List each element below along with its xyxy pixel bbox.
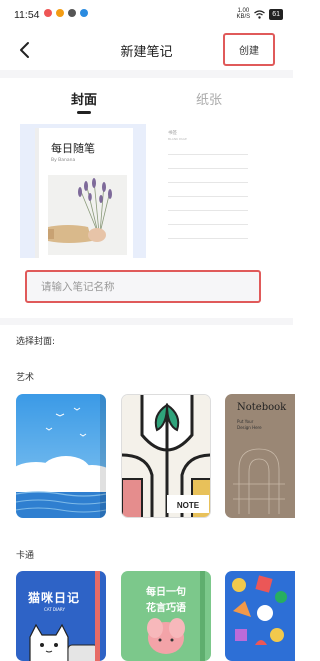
- battery-icon: 61: [269, 8, 283, 20]
- paper-line: [168, 210, 248, 211]
- cover-cat-diary-subtitle: CAT DIARY: [44, 607, 65, 612]
- paper-line: [168, 182, 248, 183]
- tab-cover[interactable]: 封面: [71, 89, 97, 108]
- app-notification-icon: [44, 9, 52, 17]
- cover-notebook-title: Notebook: [237, 402, 287, 413]
- cover-sky-sea[interactable]: [16, 394, 106, 518]
- cover-strap: [95, 571, 100, 661]
- notebook-arch-pattern: [233, 448, 285, 514]
- status-bar: 11:54 1.00 KB/S 61: [0, 0, 293, 30]
- cover-preview: 每日随笔 By Banana: [35, 128, 133, 258]
- app-notification-icon: [80, 9, 88, 17]
- cover-preview-photo: [48, 175, 127, 255]
- status-time: 11:54: [14, 9, 40, 21]
- paper-preview-title: 书签: [168, 131, 177, 136]
- preview-area: 每日随笔 By Banana 书签 BLANK PAGE: [0, 124, 293, 259]
- app-notification-icon: [56, 9, 64, 17]
- top-bar: 新建笔记 创建: [0, 30, 293, 70]
- header-separator: [0, 70, 293, 78]
- cover-geometric-text: NOTE: [177, 501, 200, 510]
- active-tab-indicator: [77, 111, 91, 114]
- wifi-icon: [254, 9, 266, 19]
- cover-notebook-subtitle-2: Design Here: [237, 425, 262, 430]
- cover-cat-diary-title: 猫咪日记: [28, 591, 81, 605]
- paper-line: [168, 154, 248, 155]
- cover-notebook-brown[interactable]: Notebook Put Your Design Here: [225, 394, 295, 518]
- notification-icons: [44, 9, 88, 17]
- cat-illustration: [29, 623, 99, 661]
- section-divider: [0, 318, 293, 325]
- net-speed: 1.00 KB/S: [237, 8, 251, 20]
- app-notification-icon: [68, 9, 76, 17]
- cover-flower-title-2: 花言巧语: [146, 603, 186, 614]
- cover-preview-title: 每日随笔: [51, 142, 95, 155]
- paper-line: [168, 238, 248, 239]
- colorful-shapes-illustration: [232, 575, 287, 645]
- net-speed-unit: KB/S: [236, 14, 251, 20]
- cover-flower-title-1: 每日一句: [146, 587, 186, 598]
- cover-cat-diary[interactable]: 猫咪日记 CAT DIARY: [16, 571, 106, 661]
- cover-preview-author: By Banana: [51, 158, 76, 163]
- create-button[interactable]: 创建: [223, 33, 275, 66]
- cover-geometric[interactable]: NOTE: [121, 394, 211, 518]
- choose-cover-label: 选择封面:: [16, 337, 56, 347]
- tab-bar: 封面 纸张: [0, 86, 293, 120]
- note-name-input[interactable]: 请输入笔记名称: [25, 270, 261, 303]
- tab-paper[interactable]: 纸张: [196, 89, 222, 108]
- paper-preview-subtitle: BLANK PAGE: [168, 137, 187, 141]
- cover-notebook-subtitle-1: Put Your: [237, 419, 254, 424]
- cover-colorful-dots[interactable]: [225, 571, 295, 661]
- cover-flower-words[interactable]: 每日一句 花言巧语: [121, 571, 211, 661]
- lavender-bouquet-image: [48, 175, 127, 255]
- flower-illustration: [147, 618, 185, 654]
- cover-spine: [100, 394, 106, 518]
- paper-preview: 书签 BLANK PAGE: [168, 130, 248, 254]
- paper-line: [168, 224, 248, 225]
- paper-line: [168, 196, 248, 197]
- paper-line: [168, 168, 248, 169]
- cover-strap: [200, 571, 205, 661]
- geometric-illustration: NOTE: [122, 395, 210, 517]
- section-label-art: 艺术: [16, 373, 35, 383]
- section-label-cartoon: 卡通: [16, 551, 35, 561]
- sky-sea-illustration: [16, 394, 106, 518]
